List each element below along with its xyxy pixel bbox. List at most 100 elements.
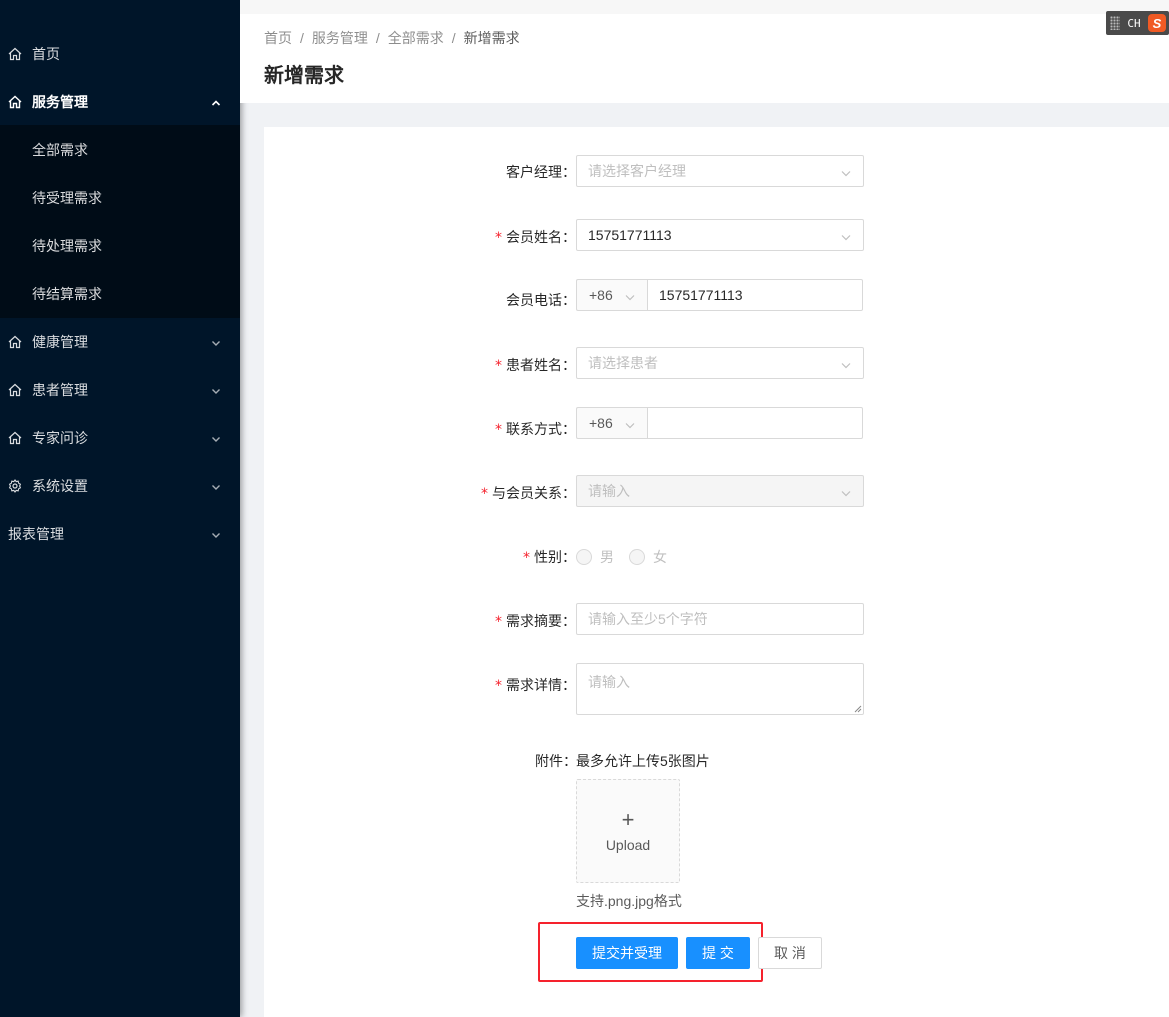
menu-item-service[interactable]: 服务管理 [0, 78, 240, 126]
chevron-down-icon [210, 384, 222, 396]
patient-name-select[interactable]: 请选择患者 [576, 347, 864, 379]
contact-label: * 联系方式： [495, 421, 576, 438]
home-icon [8, 47, 22, 61]
member-name-value: 15751771113 [588, 227, 672, 243]
upload-button[interactable]: + Upload [576, 779, 680, 883]
breadcrumb-item[interactable]: 服务管理 [312, 28, 368, 48]
submenu-item-label: 全部需求 [32, 142, 88, 158]
chevron-down-icon [840, 166, 852, 178]
menu-item-settings[interactable]: 系统设置 [0, 462, 240, 510]
relation-label: * 与会员关系： [481, 485, 576, 502]
menu-item-label: 专家问诊 [32, 430, 88, 446]
chevron-down-icon [840, 358, 852, 370]
member-name-label: * 会员姓名： [495, 229, 576, 246]
ime-language-label: CH [1127, 16, 1141, 30]
submit-accept-button[interactable]: 提交并受理 [576, 937, 678, 969]
gender-radio-female[interactable]: 女 [629, 547, 667, 567]
menu-item-label: 首页 [32, 46, 60, 62]
required-mark: * [495, 358, 502, 374]
sidebar: 首页 服务管理 全部需求 待受理需求 待处理需求 待结算需求 健康管理 患者管理… [0, 0, 240, 1017]
required-mark: * [495, 230, 502, 246]
chevron-down-icon [210, 480, 222, 492]
radio-circle [629, 549, 645, 565]
menu-item-patients[interactable]: 患者管理 [0, 366, 240, 414]
breadcrumb-separator: / [375, 30, 380, 46]
relation-select[interactable]: 请输入 [576, 475, 864, 507]
ime-indicator[interactable]: CH S [1106, 11, 1169, 35]
relation-placeholder: 请输入 [588, 483, 630, 499]
submenu-item-label: 待结算需求 [32, 286, 102, 302]
summary-label: * 需求摘要： [495, 613, 576, 630]
submenu-item-pending-process[interactable]: 待处理需求 [0, 222, 240, 270]
chevron-down-icon [840, 486, 852, 498]
format-hint: 支持.png.jpg格式 [576, 893, 682, 909]
radio-label: 男 [600, 549, 614, 565]
home-icon [8, 383, 22, 397]
menu-item-expert[interactable]: 专家问诊 [0, 414, 240, 462]
attachment-note: 最多允许上传5张图片 [576, 753, 710, 769]
contact-prefix-select[interactable]: +86 [576, 407, 648, 439]
manager-placeholder: 请选择客户经理 [588, 163, 686, 179]
breadcrumb-item-current: 新增需求 [463, 30, 520, 46]
sogou-logo-icon: S [1148, 14, 1166, 32]
breadcrumb-separator: / [451, 30, 456, 46]
phone-prefix-value: +86 [589, 415, 613, 431]
gender-label: * 性别： [523, 549, 576, 566]
contact-input[interactable] [647, 407, 863, 439]
menu-item-label: 服务管理 [32, 94, 88, 110]
menu-item-home[interactable]: 首页 [0, 30, 240, 78]
cancel-button[interactable]: 取 消 [758, 937, 822, 969]
submenu-item-label: 待受理需求 [32, 190, 102, 206]
attachment-label: 附件： [535, 753, 577, 769]
required-mark: * [495, 422, 502, 438]
breadcrumb: 首页 / 服务管理 / 全部需求 / 新增需求 [264, 28, 520, 48]
menu-item-health[interactable]: 健康管理 [0, 318, 240, 366]
required-mark: * [481, 486, 488, 502]
member-phone-input[interactable]: 15751771113 [647, 279, 863, 311]
home-icon [8, 431, 22, 445]
submenu-item-label: 待处理需求 [32, 238, 102, 254]
menu-item-label: 报表管理 [8, 526, 64, 542]
submenu-item-pending-settle[interactable]: 待结算需求 [0, 270, 240, 318]
summary-placeholder: 请输入至少5个字符 [588, 611, 708, 627]
resize-grip-icon[interactable] [854, 705, 862, 713]
breadcrumb-separator: / [300, 30, 304, 46]
manager-select[interactable]: 请选择客户经理 [576, 155, 864, 187]
chevron-down-icon [210, 528, 222, 540]
gender-radio-male[interactable]: 男 [576, 547, 614, 567]
chevron-down-icon [840, 230, 852, 242]
home-icon [8, 95, 22, 109]
member-phone-prefix-select[interactable]: +86 [576, 279, 648, 311]
submenu-item-all[interactable]: 全部需求 [0, 126, 240, 174]
patient-name-label: * 患者姓名： [495, 357, 576, 374]
upload-label: Upload [605, 837, 651, 853]
submenu-item-pending-accept[interactable]: 待受理需求 [0, 174, 240, 222]
required-mark: * [495, 614, 502, 630]
submit-button[interactable]: 提 交 [686, 937, 750, 969]
plus-icon: + [621, 807, 635, 832]
detail-textarea[interactable]: 请输入 [576, 663, 864, 715]
radio-circle [576, 549, 592, 565]
manager-label: 客户经理： [506, 164, 576, 180]
menu-item-label: 系统设置 [32, 478, 88, 494]
grip-icon [1110, 16, 1120, 30]
phone-prefix-value: +86 [589, 287, 613, 303]
required-mark: * [523, 550, 530, 566]
menu-item-reports[interactable]: 报表管理 [0, 510, 240, 558]
chevron-down-icon [624, 418, 636, 430]
gear-icon [8, 479, 22, 493]
form-card [264, 127, 1169, 1017]
chevron-down-icon [210, 432, 222, 444]
menu-item-label: 健康管理 [32, 334, 88, 350]
menu-item-label: 患者管理 [32, 382, 88, 398]
summary-input[interactable]: 请输入至少5个字符 [576, 603, 864, 635]
patient-name-placeholder: 请选择患者 [588, 355, 658, 371]
detail-placeholder: 请输入 [588, 674, 630, 690]
member-phone-value: 15751771113 [659, 287, 743, 303]
breadcrumb-item[interactable]: 首页 [264, 28, 292, 48]
member-name-select[interactable]: 15751771113 [576, 219, 864, 251]
chevron-down-icon [210, 336, 222, 348]
detail-label: * 需求详情： [495, 677, 576, 694]
member-phone-label: 会员电话： [506, 292, 576, 308]
breadcrumb-item[interactable]: 全部需求 [388, 28, 444, 48]
